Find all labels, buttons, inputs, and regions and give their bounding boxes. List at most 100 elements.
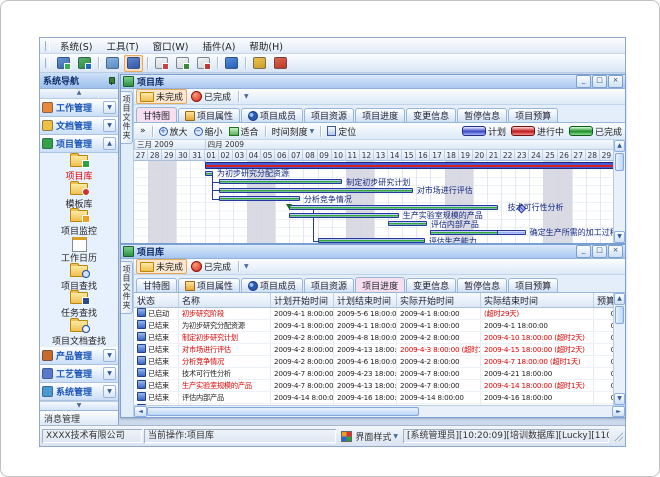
sidebar-group-文档管理[interactable]: 文档管理▼ — [40, 117, 118, 135]
pin-icon[interactable] — [107, 77, 115, 85]
tab-甘特图[interactable]: 甘特图 — [136, 107, 177, 122]
maximize-button[interactable]: □ — [592, 75, 607, 88]
table-horizontal-scrollbar[interactable]: ◄ ► — [134, 405, 625, 417]
maximize-button[interactable]: □ — [592, 245, 607, 258]
task-bar[interactable] — [219, 196, 300, 201]
menu-item[interactable]: 窗口(W) — [146, 41, 196, 54]
task-bar[interactable] — [289, 205, 497, 210]
minimize-button[interactable]: _ — [576, 245, 591, 258]
sidebar-item-模板库[interactable]: 模板库 — [40, 182, 118, 209]
scroll-up-arrow[interactable]: ▲ — [614, 293, 625, 305]
gantt-window-titlebar[interactable]: 项目库 _ □ × — [121, 75, 625, 89]
tab-项目预算[interactable]: 项目预算 — [508, 108, 558, 122]
tab-项目属性[interactable]: 项目属性 — [178, 278, 240, 292]
lock-button[interactable] — [250, 55, 269, 72]
task-bar[interactable] — [430, 230, 497, 235]
scroll-track[interactable] — [614, 172, 625, 231]
sidebar-item-工作日历[interactable]: 工作日历 — [40, 237, 118, 264]
save-button[interactable] — [124, 55, 143, 72]
tab-项目属性[interactable]: 项目属性 — [178, 108, 240, 122]
connect-button[interactable] — [54, 55, 73, 72]
table-row[interactable]: 已结束技术可行性分析2009-4-7 8:00:002009-4-23 18:0… — [134, 368, 625, 380]
unfinished-button[interactable]: 未完成 — [136, 89, 187, 104]
sidebar-item-项目文档查找[interactable]: 项目文档查找 — [40, 320, 118, 347]
menu-item[interactable]: 系统(S) — [53, 41, 99, 54]
sidebar-group-项目管理[interactable]: 项目管理▲ — [40, 135, 118, 153]
tab-变更信息[interactable]: 变更信息 — [406, 108, 456, 122]
stop-button[interactable] — [271, 55, 290, 72]
report-add-button[interactable] — [152, 55, 171, 72]
table-row[interactable]: 已结束确定生产所需的加工过程2009-4-17 8:00:002009-4-23… — [134, 404, 625, 405]
menu-item[interactable]: 插件(A) — [195, 41, 242, 54]
group-expand-button[interactable]: ▼ — [103, 349, 116, 362]
task-bar[interactable] — [289, 213, 398, 218]
project-folder-side-tab[interactable]: 项目文件夹 — [121, 91, 133, 144]
column-header-计划开始时间[interactable]: 计划开始时间 — [271, 293, 334, 307]
sidebar-item-项目监控[interactable]: 项目监控 — [40, 210, 118, 237]
scroll-down-arrow[interactable]: ▼ — [614, 393, 625, 405]
zoom-in-button[interactable]: +放大 — [156, 125, 191, 138]
tab-项目进度[interactable]: 项目进度 — [355, 108, 405, 122]
scroll-up-arrow[interactable]: ▲ — [614, 140, 625, 152]
task-bar[interactable] — [219, 188, 413, 193]
tab-项目资源[interactable]: 项目资源 — [304, 108, 354, 122]
column-header-实际开始时间[interactable]: 实际开始时间 — [397, 293, 481, 307]
minimize-button[interactable]: _ — [576, 75, 591, 88]
tab-暂停信息[interactable]: 暂停信息 — [457, 278, 507, 292]
open-folder-button[interactable] — [103, 55, 122, 72]
overflow-chevron-button[interactable]: » — [137, 125, 149, 138]
tab-项目预算[interactable]: 项目预算 — [508, 278, 558, 292]
project-folder-side-tab[interactable]: 项目文件夹 — [121, 261, 133, 314]
sidebar-group-工艺管理[interactable]: 工艺管理▼ — [40, 365, 118, 383]
sidebar-collapse-button[interactable]: ▲ — [40, 89, 118, 99]
scroll-down-arrow[interactable]: ▼ — [614, 231, 625, 243]
task-bar[interactable] — [388, 221, 427, 226]
tab-变更信息[interactable]: 变更信息 — [406, 278, 456, 292]
tab-项目成员[interactable]: 项目成员 — [241, 108, 303, 122]
tab-暂停信息[interactable]: 暂停信息 — [457, 108, 507, 122]
sidebar-item-任务查找[interactable]: 任务查找 — [40, 292, 118, 319]
timescale-button[interactable]: 时间刻度▼ — [269, 125, 318, 138]
tab-项目进度[interactable]: 项目进度 — [355, 277, 405, 292]
sidebar-tab-message-management[interactable]: 消息管理 — [40, 410, 118, 425]
tab-甘特图[interactable]: 甘特图 — [136, 278, 177, 292]
table-row[interactable]: 已结束生产实验室规模的产品2009-4-7 8:00:002009-4-13 1… — [134, 380, 625, 392]
column-header-名称[interactable]: 名称 — [179, 293, 271, 307]
table-row[interactable]: 已结束制定初步研究计划2009-4-2 8:00:002009-4-8 18:0… — [134, 332, 625, 344]
group-expand-button[interactable]: ▼ — [103, 119, 116, 132]
task-bar[interactable] — [219, 179, 343, 184]
task-bar[interactable] — [205, 171, 213, 176]
task-bar[interactable] — [318, 238, 425, 243]
column-header-状态[interactable]: 状态 — [134, 293, 179, 307]
tab-项目成员[interactable]: 项目成员 — [241, 278, 303, 292]
ui-style-button[interactable]: 界面样式 ▼ — [338, 429, 401, 443]
globe-button[interactable] — [75, 55, 94, 72]
column-header-实际结束时间[interactable]: 实际结束时间 — [481, 293, 594, 307]
table-vertical-scrollbar[interactable]: ▲ ▼ — [613, 293, 625, 405]
scroll-left-arrow[interactable]: ◄ — [134, 406, 147, 417]
fit-button[interactable]: 适合 — [226, 125, 262, 138]
sidebar-group-工作管理[interactable]: 工作管理▼ — [40, 99, 118, 117]
scroll-thumb[interactable] — [615, 306, 624, 324]
gantt-vertical-scrollbar[interactable]: ▲ ▼ — [613, 140, 625, 243]
table-row[interactable]: 已启动初步研究阶段2009-4-1 8:00:002009-5-6 18:00:… — [134, 308, 625, 320]
unfinished-button[interactable]: 未完成 — [136, 259, 187, 274]
sidebar-item-项目查找[interactable]: 项目查找 — [40, 265, 118, 292]
help-button[interactable] — [222, 55, 241, 72]
table-row[interactable]: 已结束为初步研究分配资源2009-4-1 8:00:002009-4-1 18:… — [134, 320, 625, 332]
sidebar-group-产品管理[interactable]: 产品管理▼ — [40, 347, 118, 365]
scroll-right-arrow[interactable]: ► — [612, 406, 625, 417]
menu-item[interactable]: 帮助(H) — [242, 41, 290, 54]
menu-item[interactable]: 工具(T) — [99, 41, 145, 54]
table-window-titlebar[interactable]: 项目库 _ □ × — [121, 245, 625, 259]
scroll-thumb[interactable] — [147, 407, 419, 416]
sidebar-item-项目库[interactable]: 项目库 — [40, 155, 118, 182]
table-row[interactable]: 已结束对市场进行评估2009-4-2 8:00:002009-4-13 18:0… — [134, 344, 625, 356]
scroll-track[interactable] — [614, 325, 625, 393]
tab-项目资源[interactable]: 项目资源 — [304, 278, 354, 292]
more-options-button[interactable]: ▼ — [244, 93, 249, 100]
report-del-button[interactable] — [194, 55, 213, 72]
close-button[interactable]: × — [608, 75, 623, 88]
close-button[interactable]: × — [608, 245, 623, 258]
summary-bar[interactable] — [205, 162, 614, 169]
